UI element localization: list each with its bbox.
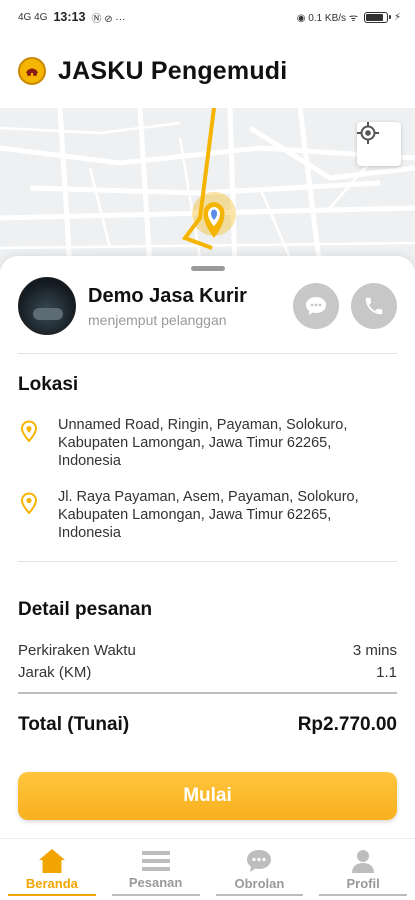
person-icon bbox=[352, 850, 375, 873]
trip-status: menjemput pelanggan bbox=[88, 311, 227, 328]
charging-icon: ⚡ bbox=[393, 11, 401, 23]
estimated-time-label: Perkiraken Waktu bbox=[18, 642, 136, 659]
divider bbox=[18, 353, 397, 354]
nav-indicator bbox=[215, 894, 304, 896]
location-heading: Lokasi bbox=[18, 374, 79, 395]
avatar bbox=[18, 277, 76, 335]
crosshair-icon bbox=[357, 122, 379, 144]
my-location-button[interactable] bbox=[357, 122, 401, 166]
distance-row: Jarak (KM) 1.1 bbox=[18, 664, 397, 681]
nav-item-chat[interactable]: Obrolan bbox=[208, 839, 312, 900]
logo-icon bbox=[23, 62, 41, 80]
location-pin-icon bbox=[20, 492, 38, 514]
phone-icon bbox=[365, 297, 383, 315]
distance-value: 1.1 bbox=[376, 664, 397, 681]
map-roads: Jl. S bbox=[0, 108, 415, 268]
chat-bubble-icon bbox=[306, 297, 326, 315]
distance-label: Jarak (KM) bbox=[18, 664, 92, 681]
map-view[interactable]: Jl. S bbox=[0, 108, 415, 268]
nav-item-profile[interactable]: Profil bbox=[311, 839, 415, 900]
nav-item-orders[interactable]: Pesanan bbox=[104, 839, 208, 900]
total-label: Total (Tunai) bbox=[18, 714, 130, 735]
bottom-navigation: Beranda Pesanan Obrolan Profil bbox=[0, 838, 415, 900]
total-row: Total (Tunai) Rp2.770.00 bbox=[18, 714, 397, 736]
chat-button[interactable] bbox=[293, 283, 339, 329]
chat-icon bbox=[247, 850, 272, 872]
notification-icons: Ⓝ ⊘ ··· bbox=[91, 13, 126, 25]
sheet-drag-handle[interactable] bbox=[191, 266, 225, 271]
total-divider bbox=[18, 692, 397, 694]
estimated-time-row: Perkiraken Waktu 3 mins bbox=[18, 642, 397, 659]
battery-level bbox=[365, 13, 384, 21]
home-icon bbox=[38, 849, 65, 873]
status-bar: 4G 4G 13:13 Ⓝ ⊘ ··· ◉ 0.1 KB/s ᯤ ⚡ bbox=[0, 0, 415, 34]
order-bottom-sheet: Demo Jasa Kurir menjemput pelanggan Loka… bbox=[0, 256, 415, 838]
customer-name: Demo Jasa Kurir bbox=[88, 284, 247, 307]
network-speed-icons: ◉ 0.1 KB/s ᯤ bbox=[296, 13, 358, 24]
nav-item-home[interactable]: Beranda bbox=[0, 839, 104, 900]
customer-row: Demo Jasa Kurir menjemput pelanggan bbox=[18, 276, 397, 336]
signal-icon: 4G 4G bbox=[18, 11, 48, 23]
nav-label-profile: Profil bbox=[346, 876, 380, 891]
list-icon bbox=[141, 851, 170, 871]
destination-address: Jl. Raya Payaman, Asem, Payaman, Solokur… bbox=[58, 489, 359, 541]
app-logo bbox=[18, 57, 46, 85]
nav-label-chat: Obrolan bbox=[234, 876, 285, 891]
customer-info: Demo Jasa Kurir menjemput pelanggan bbox=[88, 285, 281, 328]
divider bbox=[18, 561, 397, 562]
nav-indicator bbox=[111, 894, 200, 896]
total-value: Rp2.770.00 bbox=[297, 714, 397, 735]
app-title: JASKU Pengemudi bbox=[58, 56, 288, 85]
nav-label-orders: Pesanan bbox=[128, 875, 183, 890]
estimated-time-value: 3 mins bbox=[352, 642, 397, 659]
nav-indicator bbox=[8, 894, 96, 896]
status-right: ◉ 0.1 KB/s ᯤ ⚡ bbox=[297, 10, 401, 24]
nav-label-home: Beranda bbox=[25, 876, 78, 891]
app-header: JASKU Pengemudi bbox=[0, 34, 415, 108]
start-button[interactable]: Mulai bbox=[18, 772, 397, 820]
call-button[interactable] bbox=[351, 283, 397, 329]
pickup-address: Unnamed Road, Ringin, Payaman, Solokuro,… bbox=[58, 417, 348, 469]
order-detail-heading: Detail pesanan bbox=[18, 599, 153, 620]
destination-location: Jl. Raya Payaman, Asem, Payaman, Solokur… bbox=[18, 488, 397, 542]
nav-indicator bbox=[319, 894, 407, 896]
battery-icon bbox=[363, 11, 391, 23]
pickup-location: Unnamed Road, Ringin, Payaman, Solokuro,… bbox=[18, 416, 397, 470]
location-pin-icon bbox=[20, 420, 38, 442]
status-time: 13:13 bbox=[53, 10, 86, 24]
status-left: 4G 4G 13:13 Ⓝ ⊘ ··· bbox=[18, 10, 125, 25]
